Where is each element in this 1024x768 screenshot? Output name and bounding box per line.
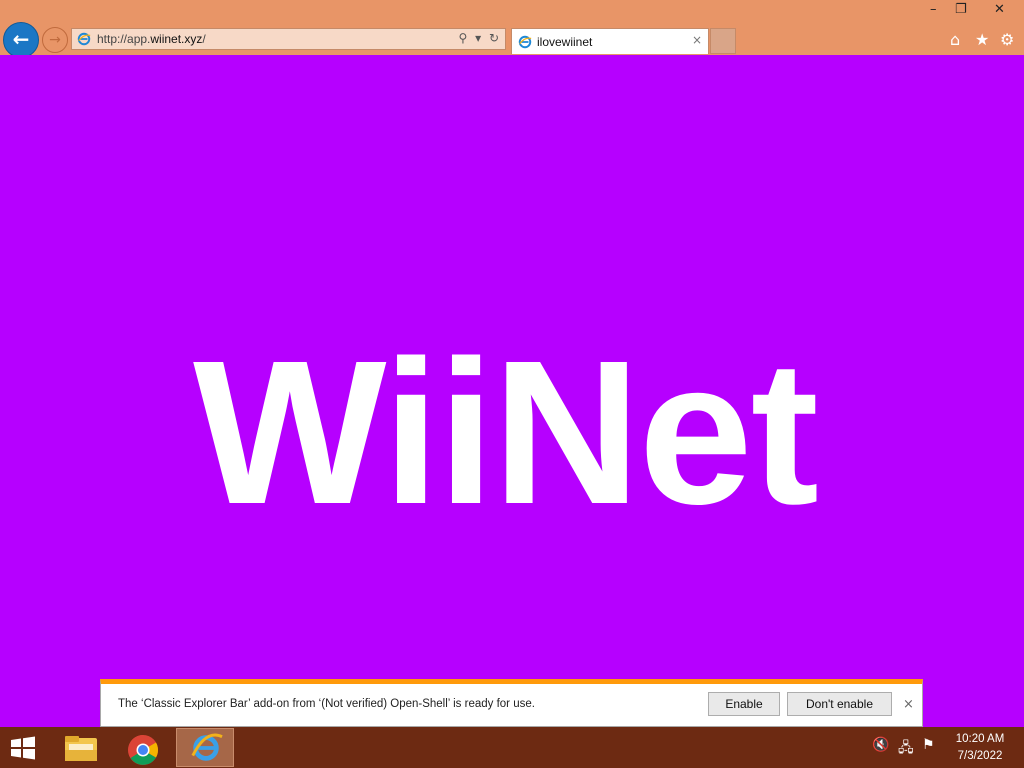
network-icon[interactable]: 🖧 xyxy=(898,737,914,761)
windows-start-icon[interactable] xyxy=(8,736,38,760)
search-icon[interactable]: ⚲ xyxy=(458,31,467,45)
clock-date: 7/3/2022 xyxy=(957,750,1003,762)
refresh-icon[interactable]: ↻ xyxy=(489,31,499,45)
wiinet-logo: WiiNet xyxy=(193,335,819,515)
restore-button[interactable]: ❐ xyxy=(955,2,967,17)
action-center-icon[interactable]: ⚑ xyxy=(922,737,935,753)
svg-text:WiiNet: WiiNet xyxy=(193,335,817,515)
chevron-down-icon[interactable]: ▾ xyxy=(475,31,481,45)
back-button[interactable]: ← xyxy=(3,22,39,58)
settings-icon[interactable]: ⚙ xyxy=(1000,30,1014,49)
back-arrow-icon: ← xyxy=(12,27,30,51)
clock-time: 10:20 AM xyxy=(955,733,1005,745)
notification-message: The ‘Classic Explorer Bar’ add-on from ‘… xyxy=(118,698,535,710)
forward-arrow-icon: → xyxy=(49,32,61,48)
browser-toolbar: ← → http://app.wiinet.xyz/ ⚲ ▾ ↻ ilovewi… xyxy=(0,0,1024,58)
tab-title: ilovewiinet xyxy=(537,35,593,49)
tab-ilovewiinet[interactable]: ilovewiinet × xyxy=(511,28,709,54)
forward-button[interactable]: → xyxy=(42,27,68,53)
addon-notification-bar: The ‘Classic Explorer Bar’ add-on from ‘… xyxy=(100,679,923,727)
internet-explorer-icon xyxy=(518,35,532,49)
minimize-button[interactable]: – xyxy=(930,2,937,17)
close-window-button[interactable]: ✕ xyxy=(994,2,1005,17)
enable-button[interactable]: Enable xyxy=(708,692,780,716)
favorites-icon[interactable]: ★ xyxy=(975,30,989,49)
dont-enable-button[interactable]: Don't enable xyxy=(787,692,892,716)
volume-muted-icon[interactable]: 🔇 xyxy=(872,737,889,753)
system-clock[interactable]: 10:20 AM 7/3/2022 xyxy=(944,731,1016,765)
close-icon[interactable]: × xyxy=(903,697,914,712)
address-url[interactable]: http://app.wiinet.xyz/ xyxy=(97,32,206,46)
internet-explorer-icon xyxy=(191,733,223,761)
web-page: WiiNet xyxy=(0,55,1024,680)
taskbar: 🔇 🖧 ⚑ 10:20 AM 7/3/2022 xyxy=(0,727,1024,768)
taskbar-internet-explorer[interactable] xyxy=(176,728,234,767)
new-tab-button[interactable] xyxy=(710,28,736,54)
file-explorer-icon[interactable] xyxy=(62,732,100,764)
internet-explorer-icon xyxy=(77,32,91,46)
home-icon[interactable]: ⌂ xyxy=(950,30,960,49)
close-icon[interactable]: × xyxy=(692,33,702,47)
address-bar[interactable]: http://app.wiinet.xyz/ ⚲ ▾ ↻ xyxy=(71,28,506,50)
chrome-icon[interactable] xyxy=(125,732,161,768)
